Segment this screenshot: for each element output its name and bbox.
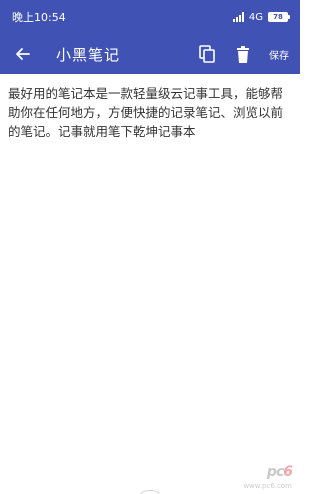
- network-type: 4G: [248, 11, 263, 23]
- copy-button[interactable]: [190, 34, 224, 74]
- back-button[interactable]: [0, 34, 44, 74]
- note-body[interactable]: 最好用的笔记本是一款轻量级云记事工具，能够帮助你在任何地方，方便快捷的记录笔记、…: [8, 84, 292, 141]
- page-title: 小黑笔记: [56, 45, 121, 64]
- signal-icon: [232, 12, 244, 22]
- status-indicators: 4G 78: [232, 11, 290, 23]
- note-editor[interactable]: 最好用的笔记本是一款轻量级云记事工具，能够帮助你在任何地方，方便快捷的记录笔记、…: [0, 74, 300, 141]
- copy-icon: [199, 45, 215, 63]
- arrow-back-icon: [16, 48, 30, 60]
- watermark: pc6 www.pc6.com: [243, 464, 293, 490]
- battery-icon: 78: [268, 12, 290, 22]
- delete-button[interactable]: [224, 34, 262, 74]
- status-time: 晚上10:54: [12, 11, 66, 24]
- watermark-logo: pc6: [266, 464, 293, 480]
- save-button[interactable]: 保存: [262, 34, 300, 74]
- battery-level: 78: [268, 12, 288, 22]
- bottom-handle: [138, 490, 162, 494]
- toolbar: 小黑笔记 保存: [0, 34, 300, 74]
- trash-icon: [237, 45, 249, 63]
- watermark-subtitle: www.pc6.com: [243, 482, 292, 490]
- status-bar: 晚上10:54 4G 78: [0, 0, 300, 34]
